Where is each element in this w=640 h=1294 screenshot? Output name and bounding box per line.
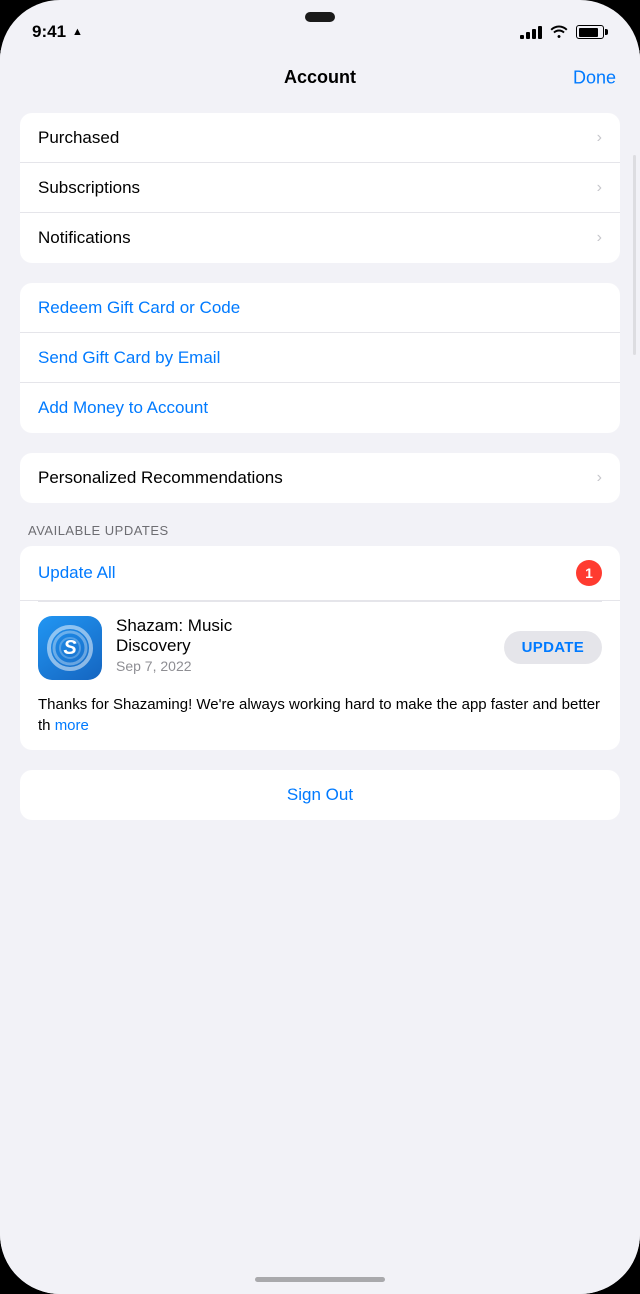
redeem-row[interactable]: Redeem Gift Card or Code	[20, 283, 620, 333]
available-updates-section: AVAILABLE UPDATES Update All 1	[20, 523, 620, 750]
camera-notch	[305, 12, 335, 22]
scroll-area[interactable]: Purchased › Subscriptions › Notification…	[0, 105, 640, 850]
sign-out-card: Sign Out	[20, 770, 620, 820]
update-badge: 1	[576, 560, 602, 586]
shazam-description: Thanks for Shazaming! We're always worki…	[20, 694, 620, 750]
add-money-row[interactable]: Add Money to Account	[20, 383, 620, 433]
status-bar: 9:41 ▲	[0, 0, 640, 50]
location-icon: ▲	[72, 26, 83, 38]
add-money-label: Add Money to Account	[38, 398, 208, 418]
update-all-row[interactable]: Update All 1	[20, 546, 620, 601]
battery-icon	[576, 25, 608, 39]
scrollbar	[633, 155, 636, 355]
notifications-chevron: ›	[597, 229, 602, 247]
send-gift-label: Send Gift Card by Email	[38, 348, 220, 368]
purchased-label: Purchased	[38, 128, 119, 148]
signal-bar-3	[532, 29, 536, 39]
signal-bars	[520, 25, 542, 39]
shazam-row: S Shazam: MusicDiscovery Sep 7, 2022 UPD…	[20, 602, 620, 694]
time-display: 9:41	[32, 22, 66, 42]
done-button[interactable]: Done	[573, 67, 616, 88]
nav-title: Account	[284, 67, 356, 88]
section-1-card: Purchased › Subscriptions › Notification…	[20, 113, 620, 263]
available-updates-title: AVAILABLE UPDATES	[20, 523, 620, 546]
status-icons	[520, 24, 608, 41]
purchased-chevron: ›	[597, 129, 602, 147]
personalized-chevron: ›	[597, 469, 602, 487]
updates-card: Update All 1 S	[20, 546, 620, 750]
redeem-label: Redeem Gift Card or Code	[38, 298, 240, 318]
home-indicator	[255, 1277, 385, 1282]
notifications-label: Notifications	[38, 228, 131, 248]
purchased-row[interactable]: Purchased ›	[20, 113, 620, 163]
sign-out-row[interactable]: Sign Out	[20, 770, 620, 820]
status-time: 9:41 ▲	[32, 22, 83, 42]
svg-text:S: S	[63, 637, 77, 659]
content-area: Account Done Purchased › Subscriptions ›	[0, 50, 640, 1294]
shazam-date: Sep 7, 2022	[116, 658, 490, 674]
nav-bar: Account Done	[0, 50, 640, 105]
update-all-label: Update All	[38, 563, 116, 583]
subscriptions-label: Subscriptions	[38, 178, 140, 198]
shazam-description-text: Thanks for Shazaming! We're always worki…	[38, 696, 600, 734]
personalized-label: Personalized Recommendations	[38, 468, 283, 488]
shazam-name: Shazam: MusicDiscovery	[116, 616, 490, 657]
signal-bar-1	[520, 35, 524, 39]
more-link[interactable]: more	[55, 717, 89, 734]
shazam-icon: S	[38, 616, 102, 680]
personalized-row[interactable]: Personalized Recommendations ›	[20, 453, 620, 503]
subscriptions-row[interactable]: Subscriptions ›	[20, 163, 620, 213]
send-gift-row[interactable]: Send Gift Card by Email	[20, 333, 620, 383]
signal-bar-4	[538, 26, 542, 39]
subscriptions-chevron: ›	[597, 179, 602, 197]
section-3-card: Personalized Recommendations ›	[20, 453, 620, 503]
section-2-card: Redeem Gift Card or Code Send Gift Card …	[20, 283, 620, 433]
shazam-update-button[interactable]: UPDATE	[504, 631, 602, 664]
wifi-icon	[550, 24, 568, 41]
shazam-info: Shazam: MusicDiscovery Sep 7, 2022	[116, 616, 490, 675]
signal-bar-2	[526, 32, 530, 39]
sign-out-label: Sign Out	[287, 785, 353, 805]
notifications-row[interactable]: Notifications ›	[20, 213, 620, 263]
